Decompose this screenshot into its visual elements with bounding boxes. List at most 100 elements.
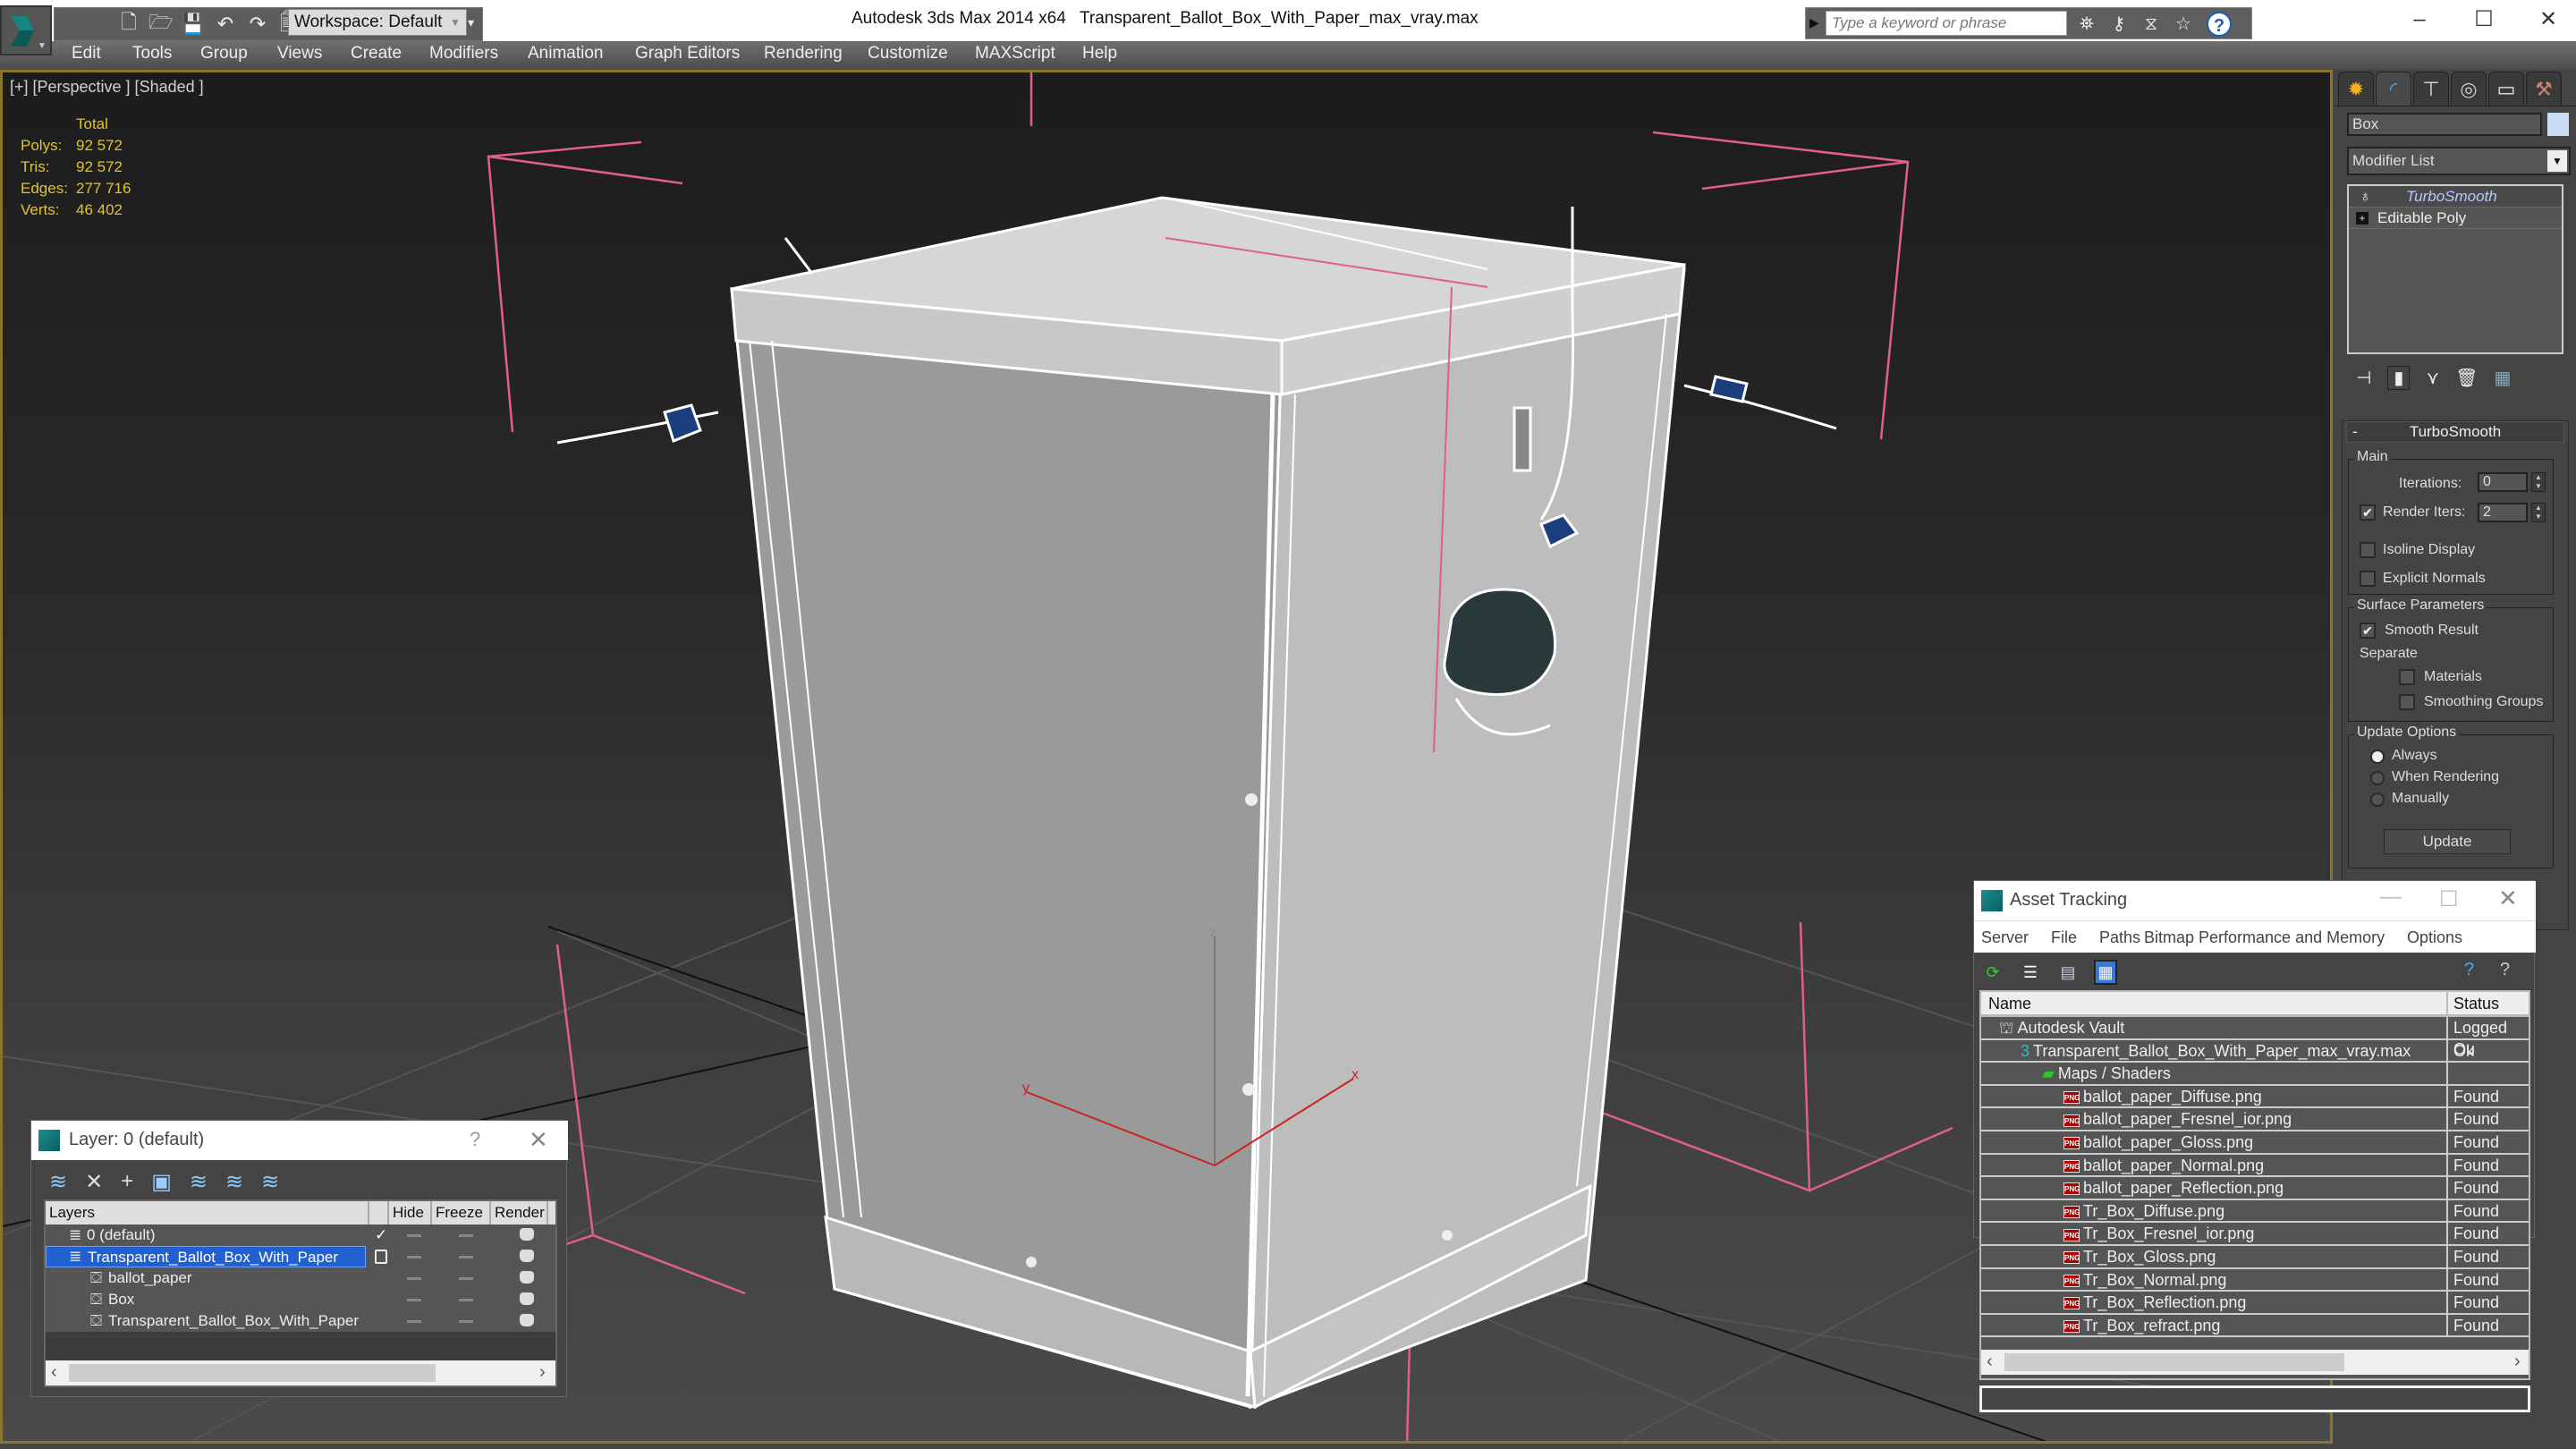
asset-row[interactable]: PNG ballot_paper_Fresnel_ior.png Found (1981, 1108, 2529, 1131)
help-icon[interactable]: ? (2207, 12, 2232, 37)
layer-window-titlebar[interactable]: Layer: 0 (default) ? ✕ (31, 1121, 568, 1160)
hide-toggle[interactable] (407, 1256, 421, 1258)
star-icon[interactable]: ☆ (2171, 12, 2196, 37)
isoline-display-checkbox[interactable] (2360, 542, 2376, 558)
minimize-button[interactable]: – (2397, 4, 2442, 36)
menu-bitmap-performance[interactable]: Bitmap Performance and Memory (2144, 928, 2385, 947)
stack-item-turbosmooth[interactable]: ♁ TurboSmooth (2349, 186, 2562, 208)
render-iters-checkbox[interactable]: ✔ (2360, 504, 2376, 521)
spinner-arrows-icon[interactable]: ▲ ▼ (2531, 503, 2546, 522)
iterations-spinner[interactable]: 0 (2478, 472, 2528, 492)
ballot-box-mesh[interactable] (730, 196, 1686, 1410)
menu-animation[interactable]: Animation (528, 44, 604, 64)
render-teapot-icon[interactable] (520, 1292, 534, 1305)
table-view-icon[interactable]: ▦ (2094, 960, 2117, 985)
object-name-field[interactable]: Box (2347, 113, 2542, 136)
column-status[interactable]: Status (2446, 992, 2499, 1017)
freeze-toggle[interactable] (459, 1234, 473, 1237)
update-button[interactable]: Update (2384, 829, 2511, 854)
freeze-toggle[interactable] (459, 1320, 473, 1323)
online-help-icon[interactable]: ? (2464, 960, 2474, 980)
configure-sets-icon[interactable]: ▦ (2494, 367, 2511, 389)
binoculars-icon[interactable]: ⛯ (2074, 12, 2099, 37)
lightbulb-icon[interactable]: ♁ (2360, 186, 2371, 208)
workspace-dropdown[interactable]: Workspace: Default ▼ (288, 9, 467, 36)
column-render[interactable]: Render (491, 1201, 548, 1224)
create-tab[interactable]: ✹ (2338, 72, 2374, 106)
menu-customize[interactable]: Customize (868, 44, 948, 64)
render-teapot-icon[interactable] (520, 1314, 534, 1326)
horizontal-scrollbar[interactable]: ‹ › (46, 1360, 555, 1385)
make-unique-icon[interactable]: ⋎ (2426, 367, 2439, 389)
menu-tools[interactable]: Tools (132, 44, 172, 64)
menu-modifiers[interactable]: Modifiers (429, 44, 498, 64)
asset-row[interactable]: PNG Tr_Box_Gloss.png Found (1981, 1245, 2529, 1269)
asset-row[interactable]: PNG ballot_paper_Reflection.png Found (1981, 1177, 2529, 1200)
asset-row[interactable]: PNG ballot_paper_Diffuse.png Found (1981, 1085, 2529, 1109)
pin-stack-icon[interactable]: ⊣ (2356, 367, 2371, 389)
search-input[interactable]: Type a keyword or phrase (1826, 11, 2067, 36)
asset-row[interactable]: PNG ballot_paper_Gloss.png Found (1981, 1131, 2529, 1155)
delete-layer-icon[interactable]: ✕ (85, 1169, 103, 1195)
asset-row[interactable]: PNG Tr_Box_Fresnel_ior.png Found (1981, 1223, 2529, 1246)
hide-toggle[interactable] (407, 1299, 421, 1301)
make-current-box[interactable] (375, 1250, 387, 1264)
asset-row[interactable]: PNG ballot_paper_Normal.png Found (1981, 1154, 2529, 1178)
display-tab[interactable]: ▭ (2488, 72, 2524, 106)
maximize-button[interactable]: ☐ (2439, 886, 2459, 912)
exchange-icon[interactable]: ⧖ (2139, 12, 2164, 37)
menu-group[interactable]: Group (200, 44, 248, 64)
highlight-layer-icon[interactable]: ≋ (225, 1169, 243, 1195)
close-button[interactable]: ✕ (2526, 4, 2571, 36)
spinner-arrows-icon[interactable]: ▲ ▼ (2531, 472, 2546, 492)
tree-view-icon[interactable]: ▤ (2056, 960, 2080, 985)
explicit-normals-checkbox[interactable] (2360, 571, 2376, 587)
app-menu-button[interactable]: ▼ (0, 5, 52, 55)
menu-rendering[interactable]: Rendering (764, 44, 843, 64)
smooth-result-checkbox[interactable]: ✔ (2360, 623, 2376, 639)
stack-item-editable-poly[interactable]: + Editable Poly (2349, 208, 2562, 229)
scroll-right-icon[interactable]: › (539, 1362, 546, 1383)
menu-options[interactable]: Options (2407, 928, 2462, 947)
always-radio[interactable] (2370, 750, 2385, 764)
asset-row[interactable]: PNG Tr_Box_Diffuse.png Found (1981, 1199, 2529, 1224)
close-button[interactable]: ✕ (529, 1126, 548, 1154)
utilities-tab[interactable]: ⚒ (2526, 72, 2562, 106)
scrollbar-thumb[interactable] (69, 1364, 436, 1382)
select-layer-icon[interactable]: ≋ (190, 1169, 208, 1195)
freeze-toggle[interactable] (459, 1256, 473, 1258)
new-file-icon[interactable]: 🗋 (117, 11, 140, 36)
menu-create[interactable]: Create (351, 44, 402, 64)
scroll-left-icon[interactable]: ‹ (1987, 1352, 1993, 1372)
materials-checkbox[interactable] (2399, 669, 2415, 685)
scrollbar-thumb[interactable] (2004, 1353, 2344, 1371)
smoothing-groups-checkbox[interactable] (2399, 694, 2415, 710)
context-help-icon[interactable]: ? (2500, 960, 2510, 980)
modifier-list-dropdown[interactable]: Modifier List ▼ (2347, 147, 2571, 175)
manually-radio[interactable] (2370, 792, 2385, 807)
column-name[interactable]: Name (1988, 995, 2031, 1013)
horizontal-scrollbar[interactable]: ‹ › (1981, 1350, 2529, 1375)
hierarchy-tab[interactable]: ⊤ (2413, 72, 2449, 106)
render-teapot-icon[interactable] (520, 1228, 534, 1241)
when-rendering-radio[interactable] (2370, 771, 2385, 785)
menu-file[interactable]: File (2051, 928, 2077, 947)
menu-maxscript[interactable]: MAXScript (975, 44, 1055, 64)
render-teapot-icon[interactable] (520, 1250, 534, 1262)
customize-qat-icon[interactable]: ▾ (468, 9, 480, 36)
hide-toggle[interactable] (407, 1320, 421, 1323)
render-iters-spinner[interactable]: 2 (2478, 503, 2528, 522)
scroll-right-icon[interactable]: › (2514, 1352, 2521, 1372)
key-icon[interactable]: ⚷ (2106, 12, 2131, 37)
asset-row[interactable]: ⛫ Autodesk Vault Logged Ou (1981, 1017, 2529, 1058)
viewport-label[interactable]: [+] [Perspective ] [Shaded ] (10, 78, 204, 97)
add-to-layer-icon[interactable]: + (121, 1169, 133, 1195)
column-freeze[interactable]: Freeze (432, 1201, 491, 1224)
layer-row[interactable]: ⛋ Transparent_Ballot_Box_With_Paper (46, 1310, 555, 1332)
menu-server[interactable]: Server (1981, 928, 2029, 947)
modify-tab[interactable]: ◜ (2376, 72, 2411, 106)
layer-row[interactable]: ⊟ ≣ Transparent_Ballot_Box_With_Paper (46, 1246, 555, 1267)
column-layers[interactable]: Layers (46, 1201, 369, 1224)
menu-edit[interactable]: Edit (72, 44, 101, 64)
expand-arrow-icon[interactable]: ▶ (1809, 15, 1819, 30)
